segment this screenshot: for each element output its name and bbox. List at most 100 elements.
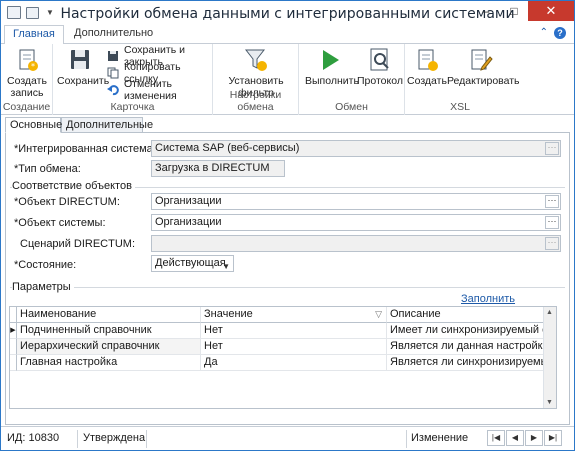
filter-funnel-icon[interactable]: ▽: [375, 307, 382, 322]
next-record-button[interactable]: ▶: [525, 430, 543, 446]
status-separator: [146, 430, 147, 448]
column-header-description[interactable]: Описание: [387, 307, 543, 323]
ribbon-collapse-icon[interactable]: ⌃: [540, 27, 548, 39]
row-description-cell[interactable]: Имеет ли синхронизируемый справоч: [387, 323, 543, 339]
row-selector[interactable]: [10, 355, 17, 371]
directum-scenario-ellipsis-button[interactable]: ···: [545, 237, 559, 250]
directum-object-ellipsis-button[interactable]: ···: [545, 195, 559, 208]
close-button[interactable]: ✕: [528, 1, 574, 21]
svg-text:*: *: [31, 62, 35, 71]
set-filter-label-1: Установить: [228, 75, 284, 87]
row-value-cell[interactable]: Нет: [201, 339, 387, 355]
grid-vertical-scrollbar[interactable]: ▲ ▼: [543, 307, 556, 408]
directum-object-value: Организации: [155, 195, 222, 207]
play-icon: [317, 47, 343, 73]
directum-scenario-field[interactable]: ···: [151, 235, 561, 252]
undo-label: Отменить изменения: [124, 78, 177, 102]
grid-corner: [10, 307, 17, 323]
save-label: Сохранить: [57, 75, 110, 87]
directum-object-label: *Объект DIRECTUM:: [14, 196, 120, 208]
exchange-type-field[interactable]: Загрузка в DIRECTUM: [151, 160, 285, 177]
system-object-field[interactable]: Организации ···: [151, 214, 561, 231]
run-button[interactable]: Выполнить: [305, 47, 359, 87]
help-icon[interactable]: ?: [554, 27, 566, 39]
state-select[interactable]: Действующая ▼: [151, 255, 234, 272]
xsl-create-icon: [414, 47, 440, 73]
row-description-cell[interactable]: Является ли данная настройка главной: [387, 339, 543, 355]
column-header-value[interactable]: Значение ▽: [201, 307, 387, 323]
first-record-button[interactable]: |◀: [487, 430, 505, 446]
undo-changes-button[interactable]: Отменить изменения: [107, 78, 212, 102]
copy-link-icon: [107, 67, 120, 79]
mapping-title: Соответствие объектов: [12, 180, 135, 192]
ribbon-help-area: ⌃ ?: [540, 27, 566, 39]
record-state: Утверждена: [83, 432, 146, 444]
row-description-cell[interactable]: Является ли синхронизируемый справ: [387, 355, 543, 371]
integrated-system-value: Система SAP (веб-сервисы): [155, 142, 300, 154]
xsl-edit-button[interactable]: Редактировать: [447, 47, 520, 87]
column-header-name[interactable]: Наименование: [17, 307, 201, 323]
group-label-xsl: XSL: [450, 101, 470, 113]
protocol-icon: [367, 47, 393, 73]
parameters-title: Параметры: [12, 281, 74, 293]
tab-additional-form[interactable]: Дополнительные: [61, 117, 153, 133]
ribbon: * Создать запись Создание Сохранить Сохр…: [1, 43, 574, 115]
previous-record-button[interactable]: ◀: [506, 430, 524, 446]
tab-additional[interactable]: Дополнительно: [66, 25, 161, 43]
xsl-create-label: Создать: [407, 75, 447, 87]
directum-object-field[interactable]: Организации ···: [151, 193, 561, 210]
run-label: Выполнить: [305, 75, 359, 87]
tab-main[interactable]: Главная: [4, 25, 64, 44]
ribbon-group-card: Сохранить Сохранить и закрыть Копировать…: [53, 44, 213, 115]
row-name-cell[interactable]: Главная настройка: [17, 355, 201, 371]
grid-header: Наименование Значение ▽ Описание: [10, 307, 556, 323]
directum-scenario-label: Сценарий DIRECTUM:: [20, 238, 136, 250]
main-window: ▼ Настройки обмена данными с интегрирова…: [0, 0, 575, 451]
last-record-button[interactable]: ▶|: [544, 430, 562, 446]
scroll-down-icon[interactable]: ▼: [546, 399, 553, 406]
row-value-cell[interactable]: Нет: [201, 323, 387, 339]
new-record-icon: *: [14, 47, 40, 73]
minimize-button[interactable]: –: [472, 1, 500, 21]
row-name-cell[interactable]: Подчиненный справочник: [17, 323, 201, 339]
row-name-cell[interactable]: Иерархический справочник: [17, 339, 201, 355]
group-label-exchange-settings: Настройки обмена: [229, 89, 282, 113]
row-value-cell[interactable]: Да: [201, 355, 387, 371]
table-row[interactable]: Иерархический справочник Нет Является ли…: [10, 339, 556, 355]
protocol-label: Протокол: [357, 75, 403, 87]
ribbon-group-xsl: Создать Редактировать XSL: [405, 44, 520, 115]
table-row[interactable]: ▶ Подчиненный справочник Нет Имеет ли си…: [10, 323, 556, 339]
chevron-down-icon: ▼: [222, 262, 230, 271]
edit-icon: [468, 47, 494, 73]
xsl-edit-label: Редактировать: [447, 75, 520, 87]
system-object-ellipsis-button[interactable]: ···: [545, 216, 559, 229]
integrated-system-ellipsis-button[interactable]: ···: [545, 142, 559, 155]
save-close-icon: [107, 50, 120, 62]
system-object-value: Организации: [155, 216, 222, 228]
new-record-label-2: запись: [10, 87, 44, 99]
new-record-button[interactable]: * Создать запись: [7, 47, 47, 99]
group-label-card: Карточка: [110, 101, 155, 113]
state-label: *Состояние:: [14, 259, 77, 271]
ribbon-group-exchange: Выполнить Протокол Обмен: [299, 44, 405, 115]
filter-icon: [243, 47, 269, 73]
parameters-groupbox: [10, 287, 565, 288]
integrated-system-field[interactable]: Система SAP (веб-сервисы) ···: [151, 140, 561, 157]
edit-mode: Изменение: [411, 432, 469, 444]
tab-main-form[interactable]: Основные: [5, 117, 62, 133]
row-selector[interactable]: [10, 339, 17, 355]
state-value: Действующая: [155, 257, 226, 269]
protocol-button[interactable]: Протокол: [357, 47, 403, 87]
record-id: ИД: 10830: [7, 432, 60, 444]
integrated-system-label: *Интегрированная система:: [14, 143, 156, 155]
table-row[interactable]: Главная настройка Да Является ли синхрон…: [10, 355, 556, 371]
xsl-create-button[interactable]: Создать: [407, 47, 447, 87]
row-indicator-icon[interactable]: ▶: [10, 323, 17, 339]
ribbon-tabs: Главная Дополнительно ⌃ ?: [1, 25, 574, 44]
exchange-type-label: *Тип обмена:: [14, 163, 81, 175]
scroll-up-icon[interactable]: ▲: [546, 309, 553, 316]
new-record-label-1: Создать: [7, 75, 47, 87]
maximize-button[interactable]: □: [500, 1, 528, 21]
save-button[interactable]: Сохранить: [57, 47, 110, 87]
ribbon-group-exchange-settings: Установить фильтр Настройки обмена: [213, 44, 299, 115]
